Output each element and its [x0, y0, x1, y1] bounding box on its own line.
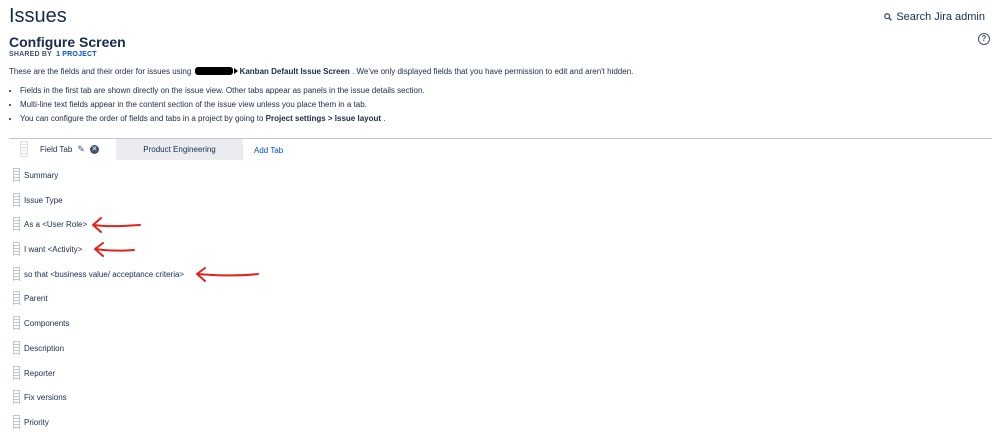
field-row[interactable]: so that <business value/ acceptance crit…	[13, 263, 983, 288]
field-label: As a <User Role>	[24, 220, 88, 230]
field-label: Reporter	[24, 368, 56, 378]
field-row[interactable]: I want <Activity>	[13, 238, 983, 263]
drag-handle-icon[interactable]	[13, 316, 20, 331]
screen-name: Kanban Default Issue Screen	[239, 67, 350, 76]
drag-handle-icon[interactable]	[13, 390, 20, 405]
field-row[interactable]: As a <User Role>	[13, 213, 983, 238]
drag-handle-icon[interactable]	[13, 242, 20, 257]
project-settings-path: Project settings > Issue layout	[265, 114, 382, 123]
page-title: Issues	[9, 5, 67, 27]
field-label: Description	[24, 343, 65, 353]
drag-handle-icon[interactable]	[13, 217, 20, 232]
description-suffix: . We've only displayed fields that you h…	[352, 67, 634, 76]
search-label: Search Jira admin	[896, 11, 985, 23]
help-icon[interactable]: ?	[978, 33, 990, 45]
drag-handle-icon[interactable]	[13, 192, 20, 207]
drag-handle-icon[interactable]	[13, 340, 20, 355]
field-row[interactable]: Fix versions	[13, 386, 983, 411]
field-row[interactable]: Issue Type	[13, 189, 983, 214]
field-row[interactable]: Description	[13, 337, 983, 362]
field-label: Fix versions	[24, 393, 67, 403]
field-row[interactable]: Summary	[13, 164, 983, 189]
tab-label: Field Tab	[40, 145, 73, 154]
tab-bar: Field Tab ✎ ✕ Product Engineering Add Ta…	[9, 138, 992, 160]
field-label: Components	[24, 319, 70, 329]
field-label: Issue Type	[24, 195, 63, 205]
drag-handle-icon[interactable]	[13, 291, 20, 306]
bullet-item: Multi-line text fields appear in the con…	[20, 98, 425, 112]
tab-product-engineering[interactable]: Product Engineering	[116, 139, 243, 160]
field-label: Priority	[24, 417, 49, 427]
field-row[interactable]: Priority	[13, 411, 983, 436]
field-list: Summary Issue Type As a <User Role> I wa…	[13, 164, 983, 436]
search-icon	[884, 13, 893, 21]
redacted-text	[194, 67, 233, 75]
info-bullets: Fields in the first tab are shown direct…	[9, 84, 425, 126]
drag-handle-icon[interactable]	[13, 414, 20, 429]
drag-handle-icon[interactable]	[13, 365, 20, 380]
shared-by-label: SHARED BY	[9, 51, 52, 58]
drag-handle-icon[interactable]	[13, 266, 20, 281]
drag-handle-icon[interactable]	[13, 168, 20, 182]
field-row[interactable]: Components	[13, 312, 983, 337]
shared-by-row: SHARED BY 1 PROJECT	[9, 51, 97, 58]
field-label: Summary	[24, 171, 59, 180]
field-row[interactable]: Parent	[13, 287, 983, 312]
search-jira-admin-link[interactable]: Search Jira admin	[884, 11, 985, 23]
screen-title: Configure Screen	[9, 34, 126, 50]
bullet-item: Fields in the first tab are shown direct…	[20, 84, 425, 98]
field-label: so that <business value/ acceptance crit…	[24, 269, 185, 279]
tab-drag-handle[interactable]	[20, 141, 28, 157]
screen-description: These are the fields and their order for…	[9, 67, 633, 76]
tab-field-tab[interactable]: Field Tab ✎ ✕	[29, 139, 115, 160]
close-icon[interactable]: ✕	[89, 145, 99, 154]
description-prefix: These are the fields and their order for…	[9, 67, 192, 76]
bullet-item: You can configure the order of fields an…	[20, 112, 425, 126]
pencil-icon[interactable]: ✎	[77, 144, 85, 155]
add-tab-link[interactable]: Add Tab	[254, 139, 283, 160]
shared-projects-link[interactable]: 1 PROJECT	[56, 51, 97, 58]
field-label: Parent	[24, 294, 48, 304]
field-label: I want <Activity>	[24, 245, 83, 255]
field-row[interactable]: Reporter	[13, 362, 983, 387]
